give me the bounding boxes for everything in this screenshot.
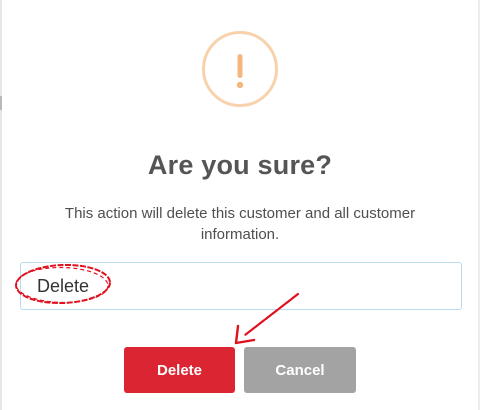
annotation-arrow-head <box>234 324 256 345</box>
dialog-left-edge-mark <box>0 96 2 110</box>
dialog-left-edge <box>0 0 2 410</box>
exclamation-icon <box>202 31 278 107</box>
cancel-button[interactable]: Cancel <box>244 347 356 393</box>
exclamation-glyph <box>236 54 244 89</box>
delete-button[interactable]: Delete <box>124 347 235 393</box>
confirm-text-input[interactable] <box>20 262 462 310</box>
confirm-delete-dialog: Are you sure? This action will delete th… <box>0 0 480 410</box>
dialog-title: Are you sure? <box>147 150 333 180</box>
dialog-message: This action will delete this customer an… <box>64 205 416 243</box>
